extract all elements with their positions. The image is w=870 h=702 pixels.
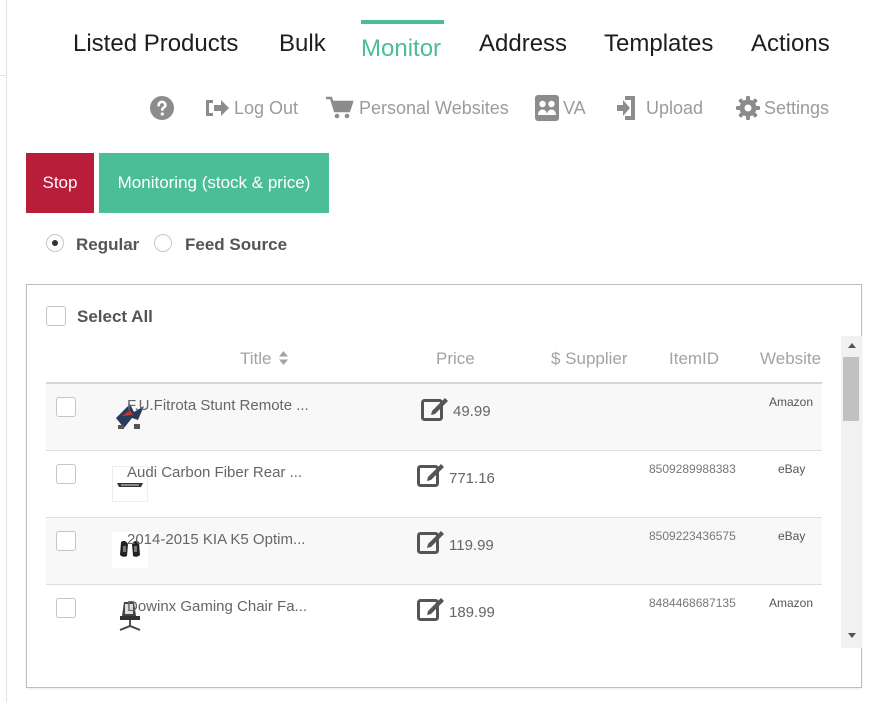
tab-listed-products[interactable]: Listed Products xyxy=(73,31,238,57)
tab-bulk[interactable]: Bulk xyxy=(279,31,326,57)
radio-regular[interactable] xyxy=(46,234,64,252)
va-link[interactable]: VA xyxy=(535,95,586,121)
sort-icon xyxy=(279,350,289,370)
va-label: VA xyxy=(563,97,586,118)
row-website: eBay xyxy=(778,462,806,476)
question-circle-icon xyxy=(150,96,174,120)
column-header-title[interactable]: Title xyxy=(240,349,289,370)
top-left-border xyxy=(0,75,6,76)
row-price: 119.99 xyxy=(449,537,494,554)
radio-feed-source-label: Feed Source xyxy=(185,235,288,254)
row-title: 2014-2015 KIA K5 Optim... xyxy=(127,531,306,548)
personal-websites-label: Personal Websites xyxy=(359,97,509,118)
tab-monitor[interactable]: Monitor xyxy=(361,36,441,62)
edit-price-icon[interactable] xyxy=(421,395,449,426)
row-title: Audi Carbon Fiber Rear ... xyxy=(127,464,303,481)
settings-label: Settings xyxy=(764,97,830,118)
row-checkbox[interactable] xyxy=(56,598,76,618)
upload-link[interactable]: Upload xyxy=(616,96,703,120)
scrollbar-thumb[interactable] xyxy=(843,357,859,421)
logout-link[interactable]: Log Out xyxy=(204,96,298,120)
row-item-id: 8484468687135 xyxy=(649,596,736,610)
column-header-itemid[interactable]: ItemID xyxy=(669,349,719,369)
row-website: Amazon xyxy=(769,596,814,610)
sign-in-icon xyxy=(616,95,642,121)
row-website: Amazon xyxy=(769,395,814,409)
scroll-down-arrow-icon[interactable] xyxy=(848,633,856,638)
scroll-up-arrow-icon[interactable] xyxy=(848,343,856,348)
row-price: 189.99 xyxy=(449,604,495,621)
upload-label: Upload xyxy=(646,97,704,118)
row-checkbox[interactable] xyxy=(56,397,76,417)
row-checkbox[interactable] xyxy=(56,531,76,551)
edit-price-icon[interactable] xyxy=(417,595,445,626)
row-item-id: 8509223436575 xyxy=(649,529,736,543)
select-all-checkbox[interactable] xyxy=(46,306,66,326)
tab-address[interactable]: Address xyxy=(479,31,567,57)
help-button[interactable] xyxy=(150,96,174,120)
monitoring-button[interactable]: Monitoring (stock & price) xyxy=(99,153,329,213)
shopping-cart-icon xyxy=(325,96,355,120)
radio-feed-source[interactable] xyxy=(154,234,172,252)
radio-regular-label: Regular xyxy=(76,235,140,254)
left-border xyxy=(6,0,7,702)
column-header-website[interactable]: Website xyxy=(760,349,821,369)
edit-price-icon[interactable] xyxy=(417,461,445,492)
active-tab-indicator xyxy=(361,20,444,24)
edit-price-icon[interactable] xyxy=(417,528,445,559)
stop-button[interactable]: Stop xyxy=(26,153,94,213)
row-price: 771.16 xyxy=(449,470,495,487)
row-price: 49.99 xyxy=(453,403,491,420)
tab-actions[interactable]: Actions xyxy=(751,31,830,57)
gear-icon xyxy=(736,96,760,120)
logout-label: Log Out xyxy=(234,97,299,118)
column-header-supplier[interactable]: $ Supplier xyxy=(551,349,628,369)
row-title: F.U.Fitrota Stunt Remote ... xyxy=(127,397,309,414)
user-group-icon xyxy=(535,95,559,121)
select-all-label: Select All xyxy=(77,307,153,326)
settings-link[interactable]: Settings xyxy=(736,96,829,120)
row-title: Dowinx Gaming Chair Fa... xyxy=(127,598,308,615)
row-checkbox[interactable] xyxy=(56,464,76,484)
sign-out-icon xyxy=(204,97,230,119)
column-header-price[interactable]: Price xyxy=(436,349,475,369)
row-website: eBay xyxy=(778,529,806,543)
personal-websites-link[interactable]: Personal Websites xyxy=(325,96,509,120)
row-item-id: 8509289988383 xyxy=(649,462,736,476)
tab-templates[interactable]: Templates xyxy=(604,31,713,57)
